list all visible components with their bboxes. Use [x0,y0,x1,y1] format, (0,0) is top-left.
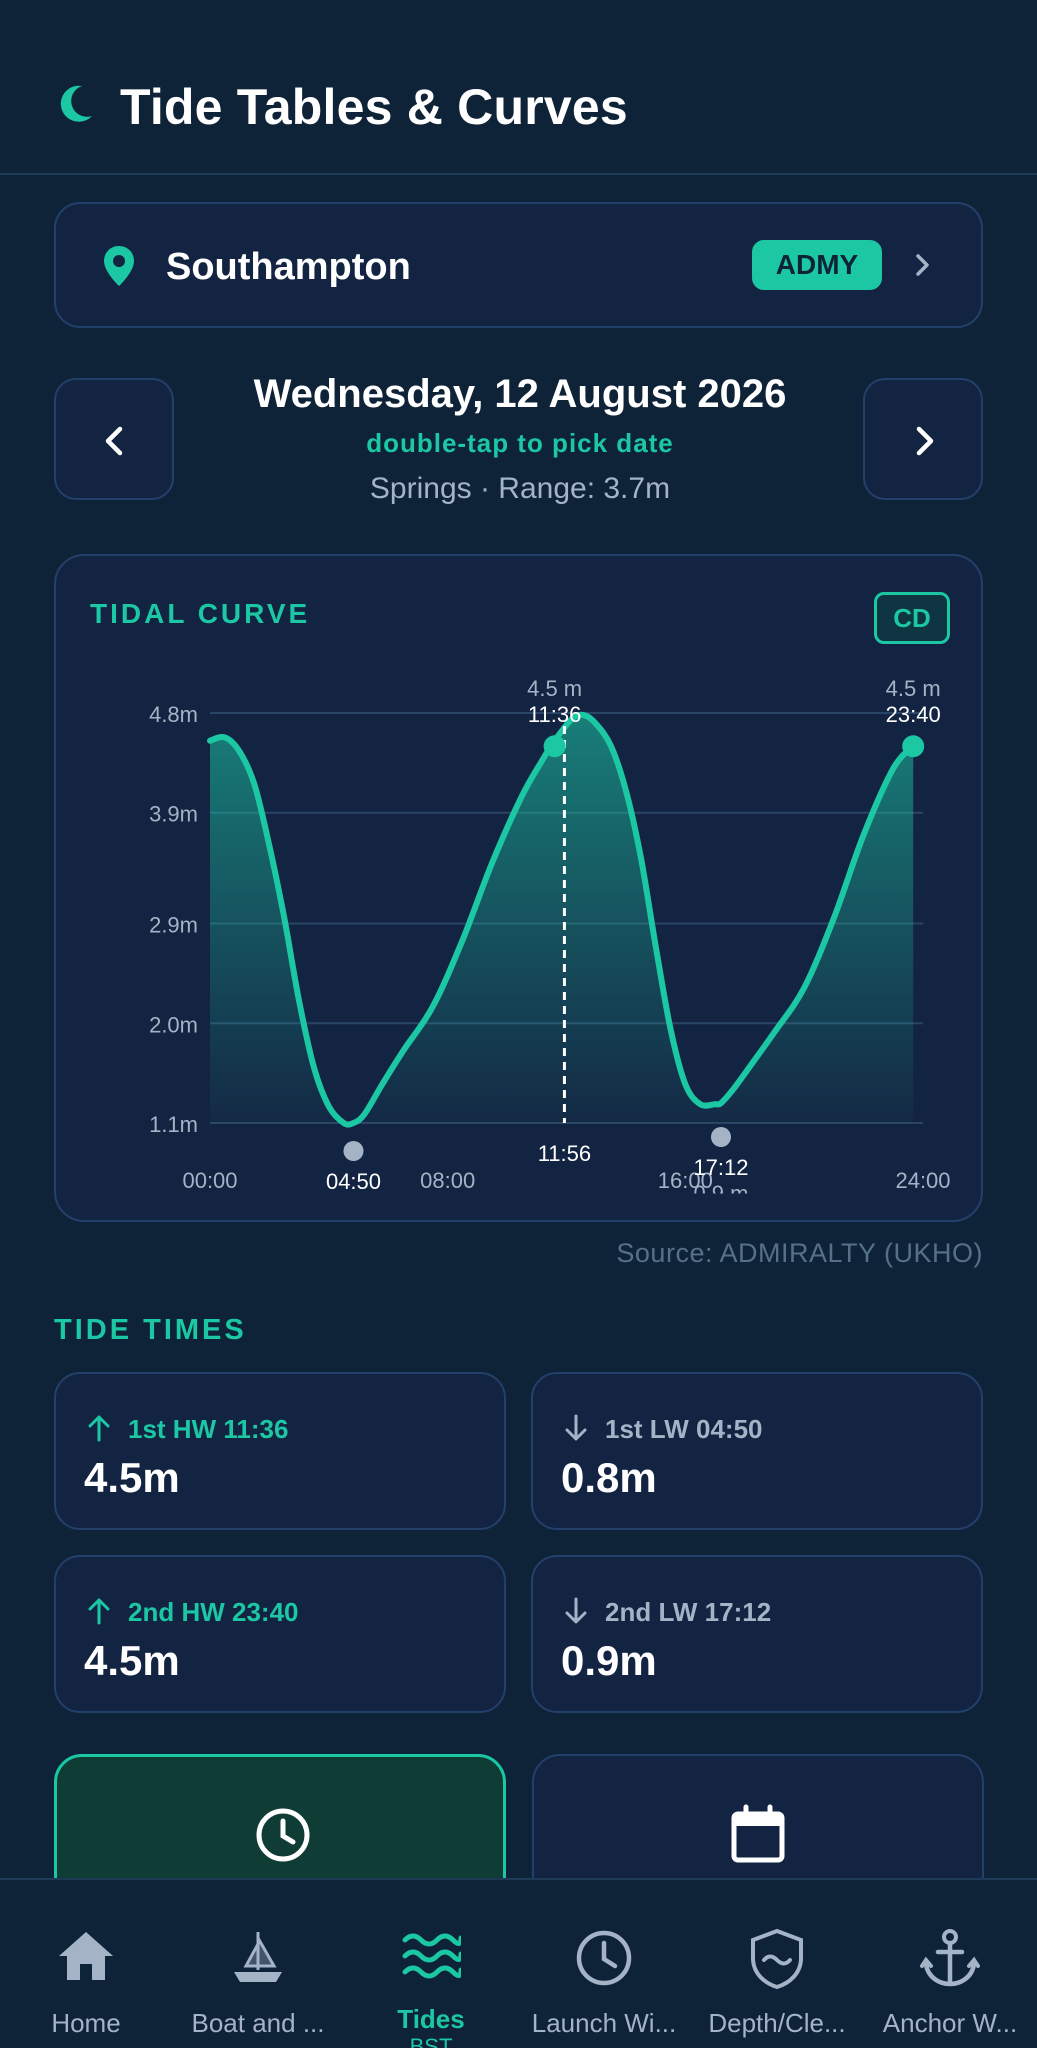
tide-card-2nd-hw[interactable]: 2nd HW 23:40 4.5m [54,1555,506,1713]
nav-tides[interactable]: Tides BST [345,1880,517,2048]
tide-card-value: 0.9m [561,1637,657,1684]
tide-times-heading: TIDE TIMES [54,1314,247,1346]
tide-card-label: 2nd LW 17:12 [605,1597,772,1627]
sailboat-icon [234,1932,282,1982]
y-tick-label: 2.0m [149,1012,198,1037]
location-name: Southampton [166,246,411,288]
high-water-marker [902,735,925,758]
nav-label: Depth/Cle... [708,2008,846,2038]
tide-card-value: 4.5m [84,1637,180,1684]
chevron-left-icon [105,426,123,456]
arrow-down-icon [565,1597,587,1624]
app-header: Tide Tables & Curves [0,0,1037,175]
low-water-marker [710,1127,731,1147]
x-tick-label: 00:00 [182,1168,237,1193]
moon-icon [60,85,92,122]
high-water-height-label: 4.5 m [527,676,582,701]
anchor-icon [920,1929,980,1987]
home-icon [59,1932,113,1980]
high-water-height-label: 4.5 m [886,676,941,701]
nav-label: Anchor W... [882,2008,1018,2038]
clock-icon [576,1930,632,1986]
clock-icon [256,1808,310,1862]
x-tick-label: 08:00 [420,1168,475,1193]
previous-day-button[interactable] [54,378,174,500]
low-water-time-label: 04:50 [326,1169,381,1194]
nav-depth-clearance[interactable]: Depth/Cle... [691,1880,863,2048]
tide-card-2nd-lw[interactable]: 2nd LW 17:12 0.9m [531,1555,983,1713]
tide-range-summary: Springs · Range: 3.7m [369,472,671,505]
nav-anchor-watch[interactable]: Anchor W... [864,1880,1036,2048]
nav-label: Tides [397,2004,465,2034]
nav-boat[interactable]: Boat and ... [172,1880,344,2048]
chevron-right-icon [916,254,929,276]
tide-card-label: 1st LW 04:50 [605,1414,763,1444]
high-water-marker [543,735,566,758]
tide-card-1st-hw[interactable]: 1st HW 11:36 4.5m [54,1372,506,1530]
location-pin-icon [104,246,134,286]
tidal-curve-chart[interactable]: 4.8m3.9m2.9m2.0m1.1m00:00 08:00 16:00 24:00… [56,556,985,1224]
data-source-label: Source: ADMIRALTY (UKHO) [616,1238,983,1268]
arrow-down-icon [565,1414,587,1441]
nav-label: Launch Wi... [531,2008,677,2038]
date-picker-hint: double-tap to pick date [366,428,674,458]
high-water-time-label: 11:36 [528,702,581,727]
tide-card-value: 0.8m [561,1454,657,1501]
y-tick-label: 3.9m [149,802,198,827]
nav-label: Home [51,2008,121,2038]
tide-card-label: 1st HW 11:36 [128,1414,289,1444]
tide-card-1st-lw[interactable]: 1st LW 04:50 0.8m [531,1372,983,1530]
low-water-time-label: 17:12 [693,1155,748,1180]
nav-label: Boat and ... [191,2008,325,2038]
shield-wave-icon [751,1928,803,1990]
x-tick-label: 24:00 [895,1168,950,1193]
nav-sublabel: BST [409,2034,453,2048]
waves-icon [402,1933,461,1979]
current-time-label: 11:56 [538,1141,591,1166]
location-selector[interactable]: Southampton ADMY [54,202,983,328]
nav-home[interactable]: Home [0,1880,172,2048]
tide-card-label: 2nd HW 23:40 [128,1597,299,1627]
arrow-up-icon [88,1415,110,1442]
high-water-time-label: 23:40 [886,702,941,727]
selected-date[interactable]: Wednesday, 12 August 2026 [180,372,860,417]
low-water-marker [343,1141,364,1161]
tide-card-value: 4.5m [84,1454,180,1501]
source-badge: ADMY [752,240,882,290]
next-day-button[interactable] [863,378,983,500]
chevron-right-icon [916,426,934,456]
y-tick-label: 1.1m [149,1112,198,1137]
calendar-icon [731,1804,785,1863]
bottom-navigation: Home Boat and ... Tides BST Launch Wi...… [0,1878,1037,2048]
tidal-curve-card: TIDAL CURVE CD 4.8m 3.9m 2.9m 2.0m 1.1m 00:00… [54,554,983,1222]
y-tick-label: 2.9m [149,913,198,938]
low-water-height-label: 0.9 m [693,1181,748,1206]
arrow-up-icon [88,1598,110,1625]
page-title: Tide Tables & Curves [120,79,628,135]
y-tick-label: 4.8m [149,702,198,727]
nav-launch-window[interactable]: Launch Wi... [518,1880,690,2048]
